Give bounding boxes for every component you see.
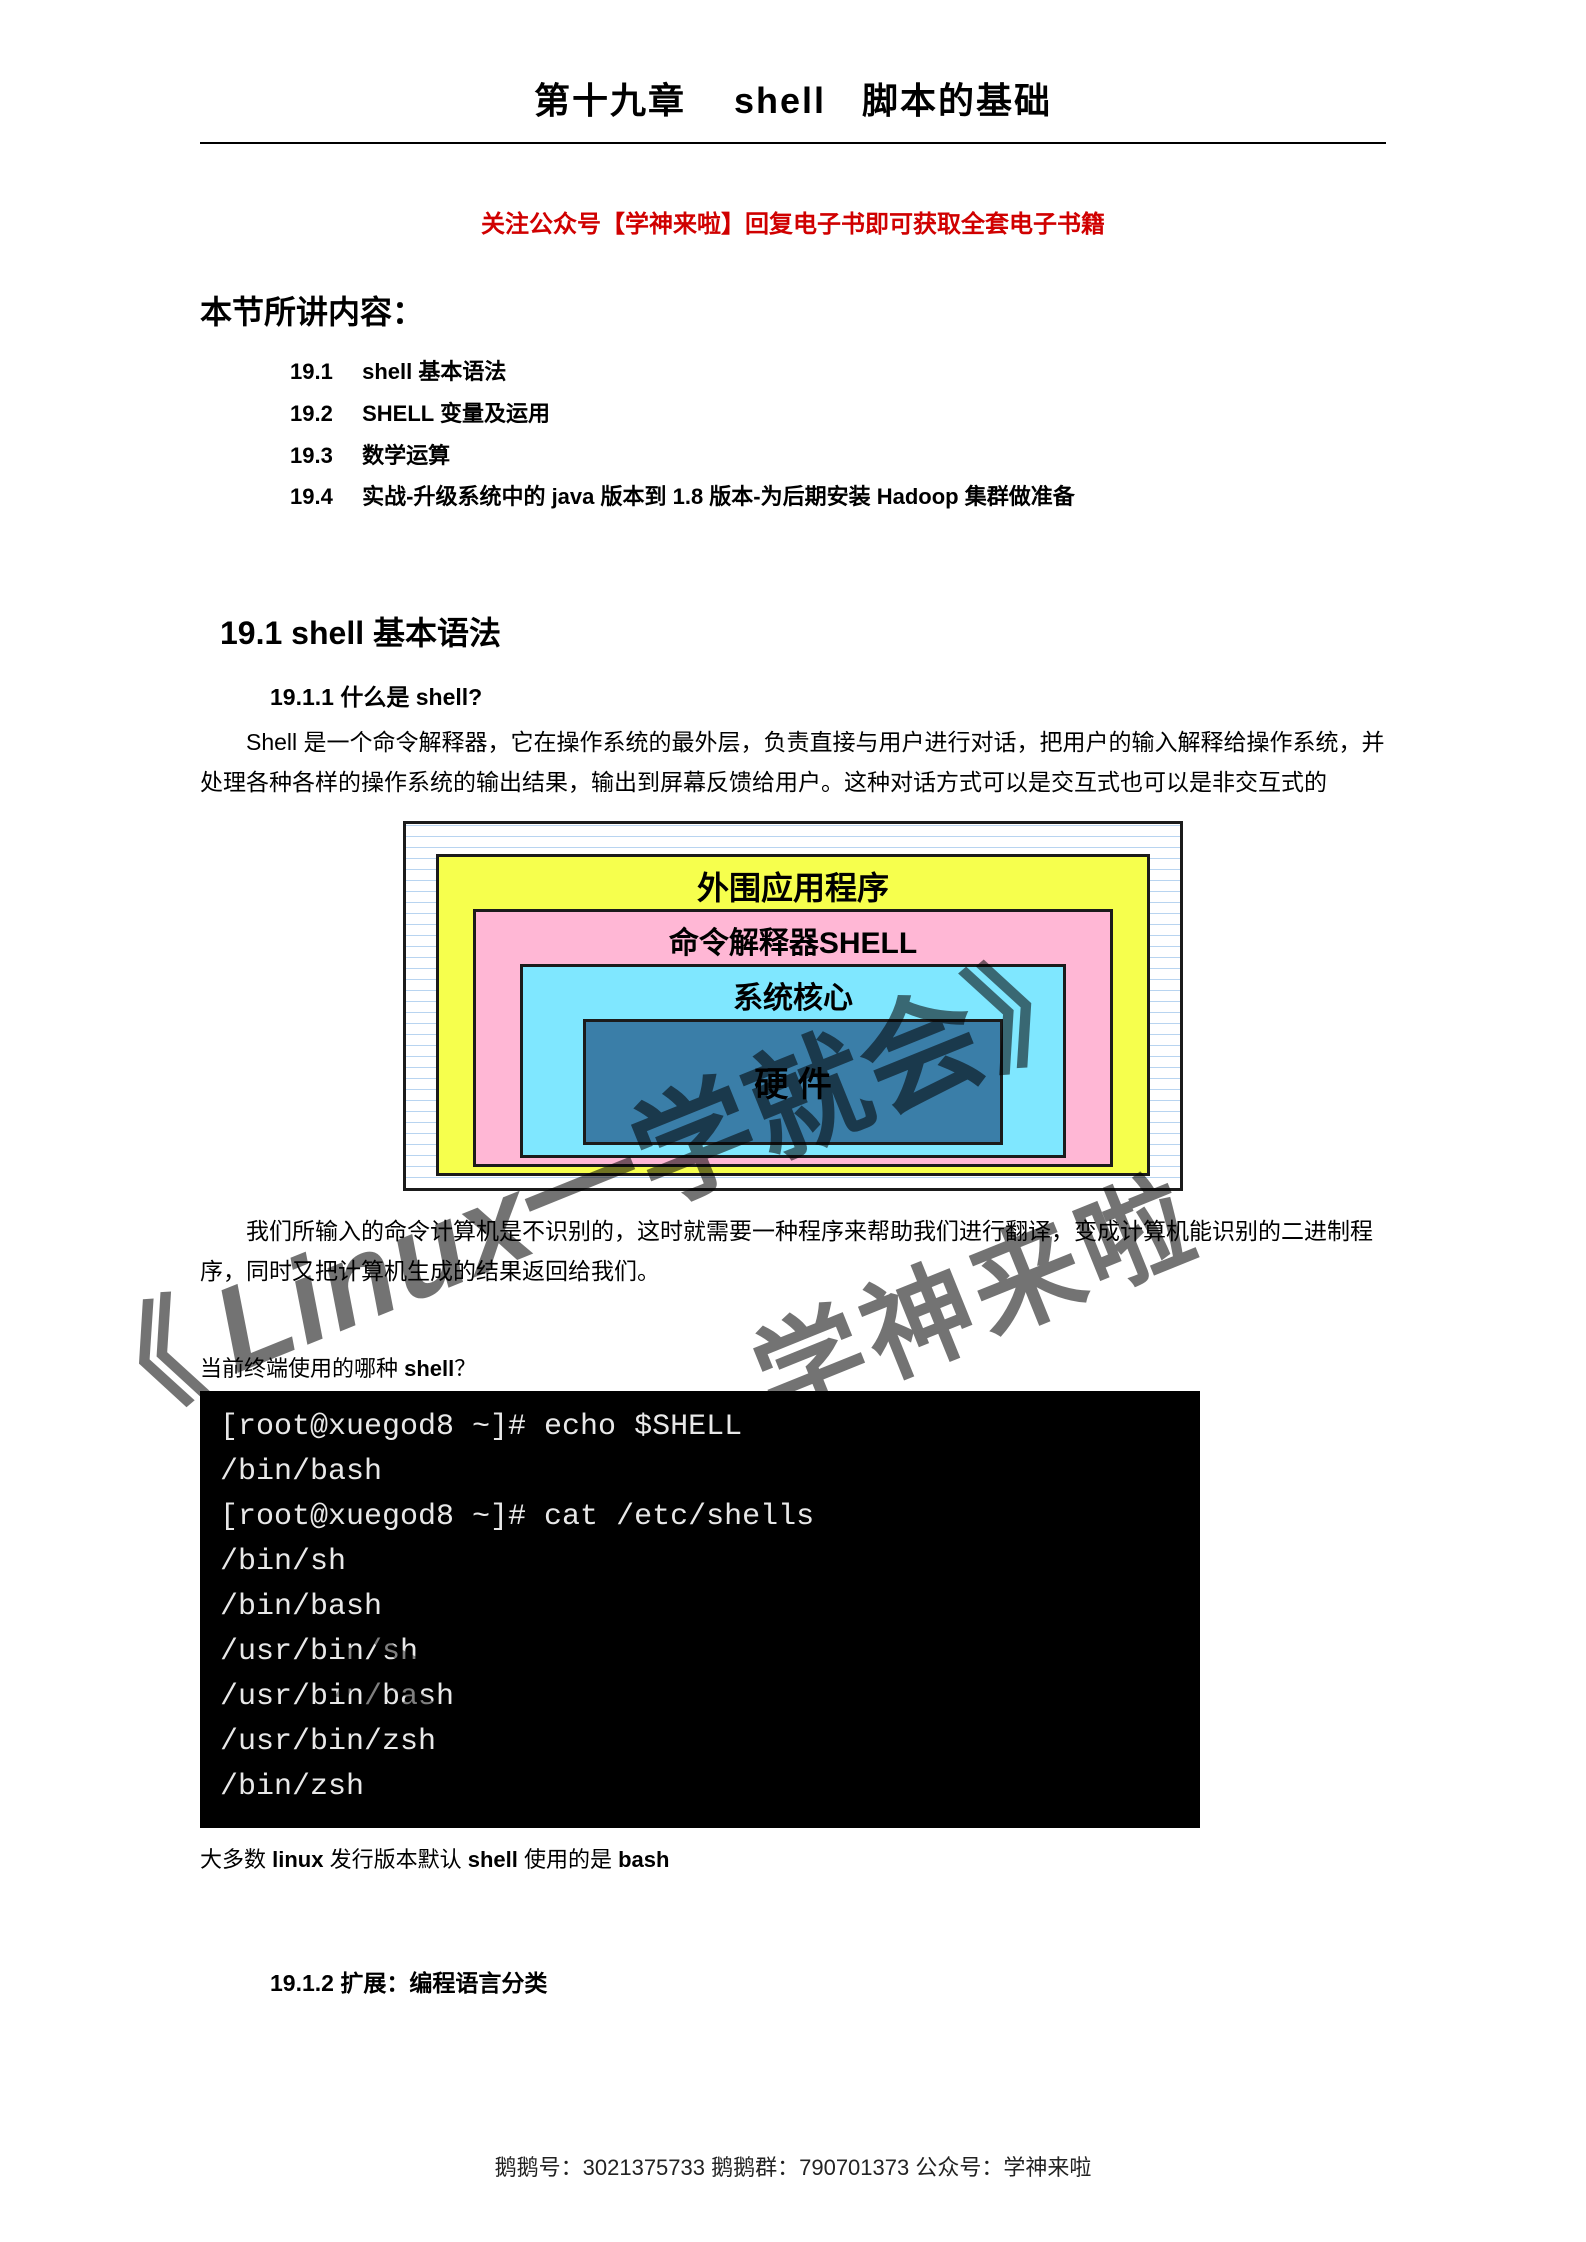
caption-q: ？ bbox=[454, 1356, 476, 1381]
chapter-title-en: shell bbox=[734, 80, 826, 121]
layer-hardware: 硬 件 bbox=[583, 1019, 1003, 1145]
shell-layers-diagram: 外围应用程序 命令解释器SHELL 系统核心 硬 件 bbox=[403, 821, 1183, 1191]
toc-text: 数学运算 bbox=[362, 443, 450, 468]
bold: bash bbox=[618, 1847, 669, 1872]
terminal-caption: 当前终端使用的哪种 shell？ bbox=[200, 1351, 1386, 1383]
toc-item: 19.1 shell 基本语法 bbox=[290, 351, 1386, 393]
toc-num: 19.1 bbox=[290, 351, 356, 393]
paragraph: Shell 是一个命令解释器，它在操作系统的最外层，负责直接与用户进行对话，把用… bbox=[200, 722, 1386, 803]
chapter-prefix: 第十九章 bbox=[534, 80, 686, 121]
terminal-line: /usr/bin/sh bbox=[220, 1635, 418, 1669]
terminal-line: [root@xuegod8 ~]# cat /etc/shells bbox=[220, 1500, 814, 1534]
document-page: 第十九章 shell 脚本的基础 关注公众号【学神来啦】回复电子书即可获取全套电… bbox=[200, 0, 1386, 2008]
paragraph: 我们所输入的命令计算机是不识别的，这时就需要一种程序来帮助我们进行翻译，变成计算… bbox=[200, 1211, 1386, 1292]
table-of-contents: 19.1 shell 基本语法 19.2 SHELL 变量及运用 19.3 数学… bbox=[200, 351, 1386, 518]
chapter-title: 第十九章 shell 脚本的基础 bbox=[200, 72, 1386, 144]
terminal-line: [root@xuegod8 ~]# echo $SHELL bbox=[220, 1410, 742, 1444]
paragraph: 大多数 linux 发行版本默认 shell 使用的是 bash bbox=[200, 1842, 1386, 1874]
terminal-line: /usr/bin/bash bbox=[220, 1680, 454, 1714]
page-footer: 鹅鹅号：3021375733 鹅鹅群：790701373 公众号：学神来啦 bbox=[0, 2150, 1586, 2182]
layer-outer-app: 外围应用程序 命令解释器SHELL 系统核心 硬 件 bbox=[436, 854, 1150, 1176]
heading-19-1-1: 19.1.1 什么是 shell? bbox=[270, 678, 1386, 712]
toc-text: shell 基本语法 bbox=[362, 359, 506, 384]
layer-kernel: 系统核心 硬 件 bbox=[520, 964, 1066, 1158]
toc-item: 19.2 SHELL 变量及运用 bbox=[290, 393, 1386, 435]
toc-num: 19.4 bbox=[290, 476, 356, 518]
terminal-line: /bin/zsh bbox=[220, 1770, 364, 1804]
promo-note: 关注公众号【学神来啦】回复电子书即可获取全套电子书籍 bbox=[200, 204, 1386, 239]
toc-item: 19.4 实战-升级系统中的 java 版本到 1.8 版本-为后期安装 Had… bbox=[290, 476, 1386, 518]
toc-text: 实战-升级系统中的 java 版本到 1.8 版本-为后期安装 Hadoop 集… bbox=[362, 484, 1075, 509]
terminal-line: /bin/bash bbox=[220, 1455, 382, 1489]
toc-item: 19.3 数学运算 bbox=[290, 435, 1386, 477]
section-heading: 本节所讲内容： bbox=[200, 287, 1386, 333]
bold: linux bbox=[272, 1847, 323, 1872]
text: 发行版本默认 bbox=[323, 1847, 467, 1872]
diagram-grid: 外围应用程序 命令解释器SHELL 系统核心 硬 件 bbox=[403, 821, 1183, 1191]
layer-label: 外围应用程序 bbox=[697, 863, 889, 909]
toc-text: SHELL 变量及运用 bbox=[362, 401, 550, 426]
text: 大多数 bbox=[200, 1847, 272, 1872]
terminal-line: /usr/bin/zsh bbox=[220, 1725, 436, 1759]
caption-bold: shell bbox=[404, 1356, 454, 1381]
layer-shell: 命令解释器SHELL 系统核心 硬 件 bbox=[473, 909, 1113, 1167]
layer-label: 硬 件 bbox=[754, 1057, 831, 1106]
caption-text: 当前终端使用的哪种 bbox=[200, 1356, 404, 1381]
terminal-output: [root@xuegod8 ~]# echo $SHELL /bin/bash … bbox=[200, 1391, 1200, 1828]
layer-label: 系统核心 bbox=[733, 973, 853, 1017]
layer-label: 命令解释器SHELL bbox=[669, 918, 917, 962]
toc-num: 19.2 bbox=[290, 393, 356, 435]
heading-19-1: 19.1 shell 基本语法 bbox=[220, 608, 1386, 654]
terminal-line: /bin/bash bbox=[220, 1590, 382, 1624]
heading-19-1-2: 19.1.2 扩展：编程语言分类 bbox=[270, 1964, 1386, 1998]
terminal-line: /bin/sh bbox=[220, 1545, 346, 1579]
bold: shell bbox=[468, 1847, 518, 1872]
chapter-title-suffix: 脚本的基础 bbox=[862, 80, 1052, 121]
toc-num: 19.3 bbox=[290, 435, 356, 477]
text: 使用的是 bbox=[518, 1847, 618, 1872]
